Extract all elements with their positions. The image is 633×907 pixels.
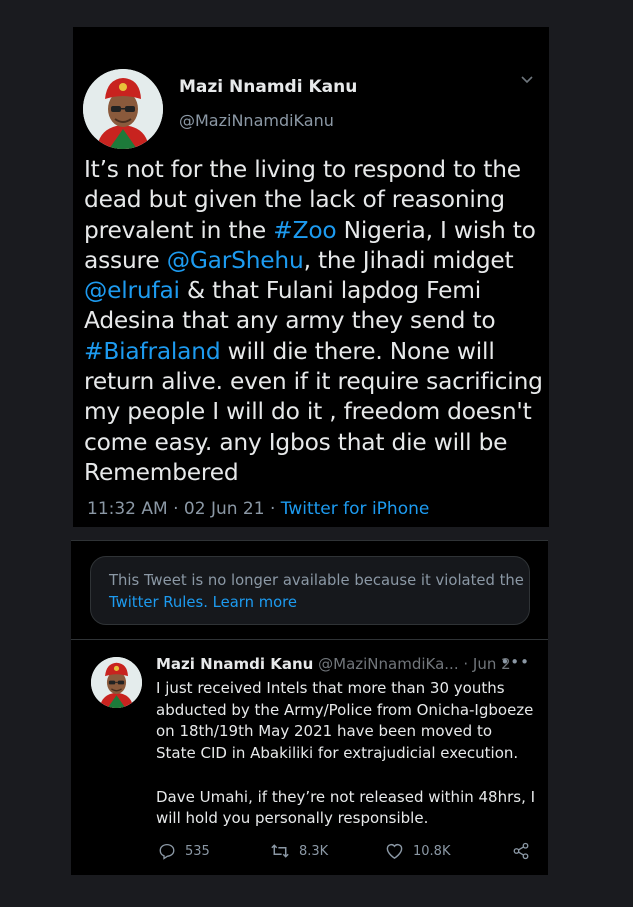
hashtag-link[interactable]: #Zoo: [273, 217, 336, 244]
author-name[interactable]: Mazi Nnamdi Kanu: [156, 655, 313, 673]
reply-icon: [158, 842, 176, 860]
retweet-icon: [270, 842, 290, 860]
author-handle[interactable]: @MaziNnamdiKa...: [318, 655, 458, 673]
tweet-thread-card: This Tweet is no longer available becaus…: [71, 540, 548, 875]
tweet-date[interactable]: 02 Jun 21: [184, 499, 265, 519]
tweet-metadata: 11:32 AM · 02 Jun 21 · Twitter for iPhon…: [87, 499, 430, 519]
tweet-header: Mazi Nnamdi Kanu @MaziNnamdiKa... · Jun …: [156, 655, 511, 673]
reply-count: 535: [185, 843, 210, 859]
learn-more-link[interactable]: Learn more: [213, 594, 297, 611]
quoted-tweet-card: Mazi Nnamdi Kanu @MaziNnamdiKanu It’s no…: [73, 27, 549, 527]
tweet-actions: 535 8.3K 10.8K: [156, 842, 536, 864]
mention-link[interactable]: @elrufai: [84, 277, 180, 304]
more-options-icon[interactable]: •••: [500, 653, 530, 671]
share-button[interactable]: [512, 842, 530, 860]
chevron-down-icon[interactable]: [521, 73, 533, 87]
retweet-button[interactable]: 8.3K: [270, 842, 328, 860]
author-avatar[interactable]: [91, 657, 142, 708]
twitter-rules-link[interactable]: Twitter Rules.: [109, 594, 208, 611]
tweet-unavailable-notice: This Tweet is no longer available becaus…: [90, 556, 530, 625]
reply-button[interactable]: 535: [158, 842, 210, 860]
tweet-text: It’s not for the living to respond to th…: [84, 155, 544, 488]
hashtag-link[interactable]: #Biafraland: [84, 338, 221, 365]
retweet-count: 8.3K: [299, 843, 329, 859]
tweet-source-link[interactable]: Twitter for iPhone: [281, 499, 430, 519]
heart-icon: [385, 842, 404, 860]
author-avatar[interactable]: [83, 69, 163, 149]
tweet-text: I just received Intels that more than 30…: [156, 679, 536, 828]
author-handle[interactable]: @MaziNnamdiKanu: [179, 111, 334, 130]
like-count: 10.8K: [413, 843, 451, 859]
divider: [71, 639, 548, 640]
share-icon: [512, 842, 530, 860]
notice-text: This Tweet is no longer available becaus…: [109, 572, 524, 589]
tweet-text-segment: , the Jihadi midget: [303, 246, 514, 274]
mention-link[interactable]: @GarShehu: [167, 247, 304, 274]
author-name[interactable]: Mazi Nnamdi Kanu: [179, 77, 357, 97]
tweet-time[interactable]: 11:32 AM: [87, 499, 168, 519]
like-button[interactable]: 10.8K: [385, 842, 450, 860]
